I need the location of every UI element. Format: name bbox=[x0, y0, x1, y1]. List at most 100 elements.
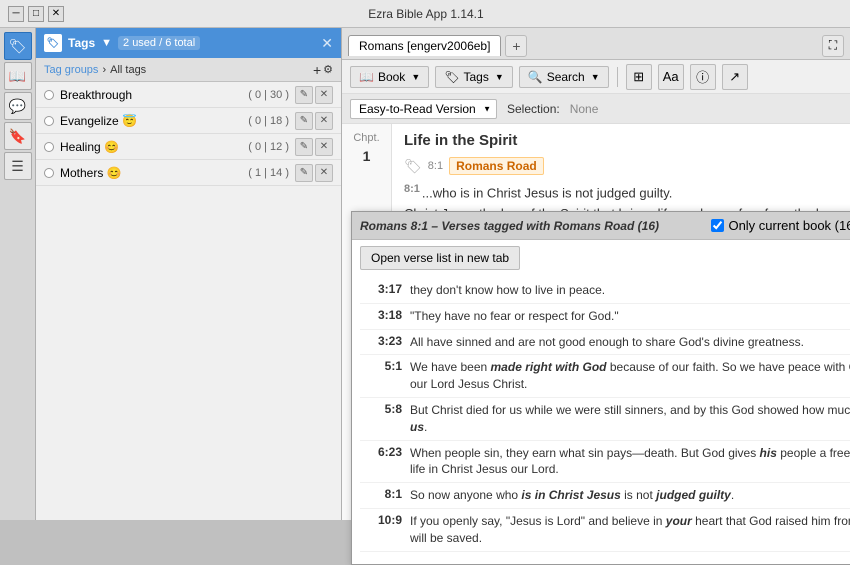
chapter-number: 1 bbox=[346, 148, 387, 164]
book-toolbar-btn[interactable]: 📖 Book ▼ bbox=[350, 66, 429, 88]
tags-toolbar-label: Tags bbox=[463, 70, 488, 84]
verse-content: "They have no fear or respect for God." bbox=[410, 308, 619, 325]
tag-add-btn[interactable]: + ⚙ bbox=[313, 62, 333, 78]
tag-delete-btn[interactable]: ✕ bbox=[315, 138, 333, 156]
verse-reference: 3:17 bbox=[362, 282, 402, 296]
verse-content: Yes, "everyone who trusts in the Lord wi… bbox=[410, 556, 688, 558]
tag-count: ( 0 | 30 ) bbox=[248, 89, 289, 101]
breadcrumb-separator: › bbox=[102, 64, 106, 76]
tags-filter-icon[interactable]: ▼ bbox=[101, 37, 112, 49]
verse-content: So now anyone who is in Christ Jesus is … bbox=[410, 487, 734, 504]
search-chevron-icon: ▼ bbox=[591, 72, 600, 82]
tag-delete-btn[interactable]: ✕ bbox=[315, 86, 333, 104]
sidebar-icon-tags[interactable]: 🏷 bbox=[4, 32, 32, 60]
book-label: Book bbox=[378, 70, 405, 84]
content-toolbar: 📖 Book ▼ 🏷 Tags ▼ 🔍 Search ▼ ⊞ Aa bbox=[342, 60, 850, 94]
list-item[interactable]: Mothers 😊 ( 1 | 14 ) ✎ ✕ bbox=[36, 160, 341, 186]
sidebar: 🏷 📖 💬 🔖 ☰ bbox=[0, 28, 36, 520]
verse-content: But Christ died for us while we were sti… bbox=[410, 402, 850, 436]
tag-edit-btn[interactable]: ✎ bbox=[295, 138, 313, 156]
tags-panel: 🏷 Tags ▼ 2 used / 6 total ✕ Tag groups ›… bbox=[36, 28, 342, 520]
tag-delete-btn[interactable]: ✕ bbox=[315, 112, 333, 130]
format-toolbar-btn[interactable]: Aa bbox=[658, 64, 684, 90]
selection-label: Selection: bbox=[507, 102, 560, 116]
tag-edit-btn[interactable]: ✎ bbox=[295, 164, 313, 182]
tag-toolbar-icon: 🏷 bbox=[444, 70, 459, 84]
tags-panel-label: Tags bbox=[68, 36, 95, 50]
popup-body: Open verse list in new tab 3:17 they don… bbox=[352, 240, 850, 564]
verse-reference: 10:13 bbox=[362, 556, 402, 558]
list-item: 8:1 So now anyone who is in Christ Jesus… bbox=[360, 483, 850, 509]
tags-chevron-icon: ▼ bbox=[495, 72, 504, 82]
list-item[interactable]: Healing 😊 ( 0 | 12 ) ✎ ✕ bbox=[36, 134, 341, 160]
list-item: 3:17 they don't know how to live in peac… bbox=[360, 278, 850, 304]
tag-edit-btn[interactable]: ✎ bbox=[295, 86, 313, 104]
tags-toolbar-btn[interactable]: 🏷 Tags ▼ bbox=[435, 66, 513, 88]
window-maximize-btn[interactable]: □ bbox=[28, 6, 44, 22]
verse-reference: 3:18 bbox=[362, 308, 402, 322]
list-item: 10:9 If you openly say, "Jesus is Lord" … bbox=[360, 509, 850, 552]
expand-btn[interactable]: ⛶ bbox=[822, 35, 844, 57]
share-toolbar-btn[interactable]: ↗ bbox=[722, 64, 748, 90]
tag-groups-link[interactable]: Tag groups bbox=[44, 64, 98, 76]
tag-count: ( 0 | 12 ) bbox=[248, 141, 289, 153]
list-item: 3:18 "They have no fear or respect for G… bbox=[360, 304, 850, 330]
tag-groups-breadcrumb: Tag groups › All tags bbox=[44, 64, 146, 76]
info-icon: ⓘ bbox=[696, 67, 709, 86]
sidebar-icon-book[interactable]: 📖 bbox=[4, 62, 32, 90]
search-toolbar-btn[interactable]: 🔍 Search ▼ bbox=[519, 66, 609, 88]
content-tab-bar: Romans [engerv2006eb] + ⛶ bbox=[342, 28, 850, 60]
version-select[interactable]: Easy-to-Read Version bbox=[350, 99, 497, 119]
layout-icon: ⊞ bbox=[633, 69, 644, 85]
sidebar-icon-menu[interactable]: ☰ bbox=[4, 152, 32, 180]
tag-add-icon: + bbox=[313, 62, 321, 78]
window-close-btn[interactable]: ✕ bbox=[48, 6, 64, 22]
selection-value: None bbox=[570, 102, 599, 116]
romans-tab[interactable]: Romans [engerv2006eb] bbox=[348, 35, 501, 56]
tag-list: Breakthrough ( 0 | 30 ) ✎ ✕ Evangelize 😇… bbox=[36, 82, 341, 520]
layout-toolbar-btn[interactable]: ⊞ bbox=[626, 64, 652, 90]
info-toolbar-btn[interactable]: ⓘ bbox=[690, 64, 716, 90]
verse-content: All have sinned and are not good enough … bbox=[410, 334, 804, 351]
tag-groups-bar: Tag groups › All tags + ⚙ bbox=[36, 58, 341, 82]
open-verse-list-tab-btn[interactable]: Open verse list in new tab bbox=[360, 246, 520, 270]
search-toolbar-label: Search bbox=[547, 70, 585, 84]
list-item[interactable]: Evangelize 😇 ( 0 | 18 ) ✎ ✕ bbox=[36, 108, 341, 134]
tag-color-dot bbox=[44, 168, 54, 178]
sidebar-icon-bookmarks[interactable]: 🔖 bbox=[4, 122, 32, 150]
format-icon: Aa bbox=[663, 69, 679, 84]
tag-color-dot bbox=[44, 142, 54, 152]
tags-panel-close-btn[interactable]: ✕ bbox=[321, 35, 333, 52]
tag-edit-btn[interactable]: ✎ bbox=[295, 112, 313, 130]
tags-used-count: 2 used / 6 total bbox=[118, 36, 200, 50]
tag-name: Evangelize 😇 bbox=[60, 114, 242, 128]
tag-marker-row: 🏷 8:1 Romans Road bbox=[404, 157, 838, 175]
window-title: Ezra Bible App 1.14.1 bbox=[64, 7, 788, 21]
search-toolbar-icon: 🔍 bbox=[528, 70, 543, 84]
tag-icon: 🏷 bbox=[44, 34, 62, 52]
verse-reference: 6:23 bbox=[362, 445, 402, 459]
tag-color-dot bbox=[44, 90, 54, 100]
verse-reference: 3:23 bbox=[362, 334, 402, 348]
version-bar: Easy-to-Read Version Selection: None bbox=[342, 94, 850, 124]
popup-tag-name: Romans Road bbox=[554, 219, 635, 233]
list-item[interactable]: Breakthrough ( 0 | 30 ) ✎ ✕ bbox=[36, 82, 341, 108]
sidebar-icon-notes[interactable]: 💬 bbox=[4, 92, 32, 120]
tags-panel-header: 🏷 Tags ▼ 2 used / 6 total ✕ bbox=[36, 28, 341, 58]
only-current-book-checkbox[interactable] bbox=[711, 219, 724, 232]
book-icon: 📖 bbox=[359, 70, 374, 84]
window-minimize-btn[interactable]: ─ bbox=[8, 6, 24, 22]
tag-settings-icon: ⚙ bbox=[323, 63, 333, 76]
add-tab-btn[interactable]: + bbox=[505, 35, 527, 57]
verse-content: We have been made right with God because… bbox=[410, 359, 850, 393]
share-icon: ↗ bbox=[729, 69, 740, 85]
all-tags-label: All tags bbox=[110, 64, 146, 76]
list-item: 5:1 We have been made right with God bec… bbox=[360, 355, 850, 398]
tag-name: Breakthrough bbox=[60, 88, 242, 102]
popup-header: Romans 8:1 – Verses tagged with Romans R… bbox=[352, 212, 850, 240]
list-item: 3:23 All have sinned and are not good en… bbox=[360, 330, 850, 356]
passage-title: Life in the Spirit bbox=[404, 132, 838, 149]
tagged-verses-popup: Romans 8:1 – Verses tagged with Romans R… bbox=[351, 211, 850, 565]
tag-delete-btn[interactable]: ✕ bbox=[315, 164, 333, 182]
version-dropdown[interactable]: Easy-to-Read Version bbox=[350, 99, 497, 119]
